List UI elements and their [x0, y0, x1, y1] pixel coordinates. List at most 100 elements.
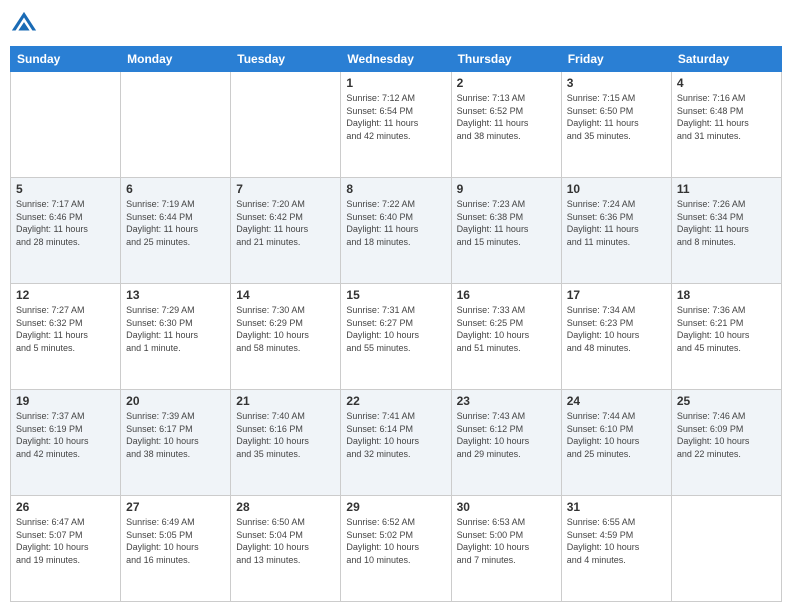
day-cell: 5 Sunrise: 7:17 AMSunset: 6:46 PMDaylight… [11, 178, 121, 284]
day-info: Sunrise: 7:16 AMSunset: 6:48 PMDaylight:… [677, 92, 776, 142]
day-info: Sunrise: 7:19 AMSunset: 6:44 PMDaylight:… [126, 198, 225, 248]
day-number: 20 [126, 394, 225, 408]
day-number: 17 [567, 288, 666, 302]
day-info: Sunrise: 7:22 AMSunset: 6:40 PMDaylight:… [346, 198, 445, 248]
header-sunday: Sunday [11, 47, 121, 72]
day-cell: 16Sunrise: 7:33 AMSunset: 6:25 PMDayligh… [451, 284, 561, 390]
day-number: 4 [677, 76, 776, 90]
week-row-0: 1 Sunrise: 7:12 AMSunset: 6:54 PMDaylight… [11, 72, 782, 178]
day-number: 7 [236, 182, 335, 196]
day-number: 18 [677, 288, 776, 302]
day-info: Sunrise: 7:26 AMSunset: 6:34 PMDaylight:… [677, 198, 776, 248]
header-thursday: Thursday [451, 47, 561, 72]
day-cell: 26 Sunrise: 6:47 AMSunset: 5:07 PMDayligh… [11, 496, 121, 602]
day-number: 23 [457, 394, 556, 408]
day-number: 26 [16, 500, 115, 514]
day-info: Sunrise: 7:34 AMSunset: 6:23 PMDaylight:… [567, 304, 666, 354]
day-info: Sunrise: 7:31 AMSunset: 6:27 PMDaylight:… [346, 304, 445, 354]
day-info: Sunrise: 7:37 AMSunset: 6:19 PMDaylight:… [16, 410, 115, 460]
header-wednesday: Wednesday [341, 47, 451, 72]
day-cell: 24Sunrise: 7:44 AMSunset: 6:10 PMDayligh… [561, 390, 671, 496]
day-cell: 11 Sunrise: 7:26 AMSunset: 6:34 PMDayligh… [671, 178, 781, 284]
calendar-page: Sunday Monday Tuesday Wednesday Thursday… [0, 0, 792, 612]
day-cell: 22Sunrise: 7:41 AMSunset: 6:14 PMDayligh… [341, 390, 451, 496]
day-number: 22 [346, 394, 445, 408]
day-info: Sunrise: 6:52 AMSunset: 5:02 PMDaylight:… [346, 516, 445, 566]
day-number: 1 [346, 76, 445, 90]
day-info: Sunrise: 7:40 AMSunset: 6:16 PMDaylight:… [236, 410, 335, 460]
day-info: Sunrise: 7:46 AMSunset: 6:09 PMDaylight:… [677, 410, 776, 460]
day-number: 15 [346, 288, 445, 302]
day-cell: 14Sunrise: 7:30 AMSunset: 6:29 PMDayligh… [231, 284, 341, 390]
week-row-4: 26 Sunrise: 6:47 AMSunset: 5:07 PMDayligh… [11, 496, 782, 602]
day-number: 12 [16, 288, 115, 302]
day-info: Sunrise: 6:50 AMSunset: 5:04 PMDaylight:… [236, 516, 335, 566]
day-cell: 23 Sunrise: 7:43 AMSunset: 6:12 PMDayligh… [451, 390, 561, 496]
day-cell: 17 Sunrise: 7:34 AMSunset: 6:23 PMDayligh… [561, 284, 671, 390]
day-info: Sunrise: 6:53 AMSunset: 5:00 PMDaylight:… [457, 516, 556, 566]
day-info: Sunrise: 7:29 AMSunset: 6:30 PMDaylight:… [126, 304, 225, 354]
day-cell: 8 Sunrise: 7:22 AMSunset: 6:40 PMDaylight… [341, 178, 451, 284]
day-number: 30 [457, 500, 556, 514]
weekday-header-row: Sunday Monday Tuesday Wednesday Thursday… [11, 47, 782, 72]
day-cell [671, 496, 781, 602]
day-cell: 12 Sunrise: 7:27 AMSunset: 6:32 PMDayligh… [11, 284, 121, 390]
day-number: 9 [457, 182, 556, 196]
calendar-table: Sunday Monday Tuesday Wednesday Thursday… [10, 46, 782, 602]
day-info: Sunrise: 6:47 AMSunset: 5:07 PMDaylight:… [16, 516, 115, 566]
day-cell: 21 Sunrise: 7:40 AMSunset: 6:16 PMDayligh… [231, 390, 341, 496]
day-info: Sunrise: 7:15 AMSunset: 6:50 PMDaylight:… [567, 92, 666, 142]
day-number: 29 [346, 500, 445, 514]
day-cell: 19 Sunrise: 7:37 AMSunset: 6:19 PMDayligh… [11, 390, 121, 496]
day-info: Sunrise: 7:17 AMSunset: 6:46 PMDaylight:… [16, 198, 115, 248]
day-cell: 20 Sunrise: 7:39 AMSunset: 6:17 PMDayligh… [121, 390, 231, 496]
logo [10, 10, 42, 38]
day-cell: 15 Sunrise: 7:31 AMSunset: 6:27 PMDayligh… [341, 284, 451, 390]
day-cell: 30 Sunrise: 6:53 AMSunset: 5:00 PMDayligh… [451, 496, 561, 602]
day-number: 19 [16, 394, 115, 408]
day-info: Sunrise: 6:49 AMSunset: 5:05 PMDaylight:… [126, 516, 225, 566]
day-cell: 13Sunrise: 7:29 AMSunset: 6:30 PMDayligh… [121, 284, 231, 390]
day-number: 3 [567, 76, 666, 90]
day-cell [231, 72, 341, 178]
day-number: 14 [236, 288, 335, 302]
day-number: 8 [346, 182, 445, 196]
day-cell: 6Sunrise: 7:19 AMSunset: 6:44 PMDaylight… [121, 178, 231, 284]
day-info: Sunrise: 7:43 AMSunset: 6:12 PMDaylight:… [457, 410, 556, 460]
day-number: 5 [16, 182, 115, 196]
day-cell: 4 Sunrise: 7:16 AMSunset: 6:48 PMDaylight… [671, 72, 781, 178]
day-number: 10 [567, 182, 666, 196]
day-info: Sunrise: 7:13 AMSunset: 6:52 PMDaylight:… [457, 92, 556, 142]
day-number: 31 [567, 500, 666, 514]
day-number: 11 [677, 182, 776, 196]
day-number: 16 [457, 288, 556, 302]
day-cell: 1 Sunrise: 7:12 AMSunset: 6:54 PMDaylight… [341, 72, 451, 178]
week-row-3: 19 Sunrise: 7:37 AMSunset: 6:19 PMDayligh… [11, 390, 782, 496]
day-cell: 18 Sunrise: 7:36 AMSunset: 6:21 PMDayligh… [671, 284, 781, 390]
day-cell: 25 Sunrise: 7:46 AMSunset: 6:09 PMDayligh… [671, 390, 781, 496]
day-cell: 31Sunrise: 6:55 AMSunset: 4:59 PMDayligh… [561, 496, 671, 602]
day-cell: 10 Sunrise: 7:24 AMSunset: 6:36 PMDayligh… [561, 178, 671, 284]
day-number: 24 [567, 394, 666, 408]
day-info: Sunrise: 7:12 AMSunset: 6:54 PMDaylight:… [346, 92, 445, 142]
day-cell: 27 Sunrise: 6:49 AMSunset: 5:05 PMDayligh… [121, 496, 231, 602]
day-number: 21 [236, 394, 335, 408]
header-saturday: Saturday [671, 47, 781, 72]
day-info: Sunrise: 7:20 AMSunset: 6:42 PMDaylight:… [236, 198, 335, 248]
day-info: Sunrise: 7:36 AMSunset: 6:21 PMDaylight:… [677, 304, 776, 354]
day-number: 25 [677, 394, 776, 408]
day-cell [11, 72, 121, 178]
day-info: Sunrise: 7:24 AMSunset: 6:36 PMDaylight:… [567, 198, 666, 248]
day-cell: 2 Sunrise: 7:13 AMSunset: 6:52 PMDaylight… [451, 72, 561, 178]
day-number: 2 [457, 76, 556, 90]
day-number: 27 [126, 500, 225, 514]
day-info: Sunrise: 7:23 AMSunset: 6:38 PMDaylight:… [457, 198, 556, 248]
day-cell: 3 Sunrise: 7:15 AMSunset: 6:50 PMDaylight… [561, 72, 671, 178]
logo-icon [10, 10, 38, 38]
day-cell: 7 Sunrise: 7:20 AMSunset: 6:42 PMDaylight… [231, 178, 341, 284]
day-info: Sunrise: 7:27 AMSunset: 6:32 PMDaylight:… [16, 304, 115, 354]
day-info: Sunrise: 7:39 AMSunset: 6:17 PMDaylight:… [126, 410, 225, 460]
header [10, 10, 782, 38]
day-cell: 28Sunrise: 6:50 AMSunset: 5:04 PMDayligh… [231, 496, 341, 602]
day-cell: 29 Sunrise: 6:52 AMSunset: 5:02 PMDayligh… [341, 496, 451, 602]
